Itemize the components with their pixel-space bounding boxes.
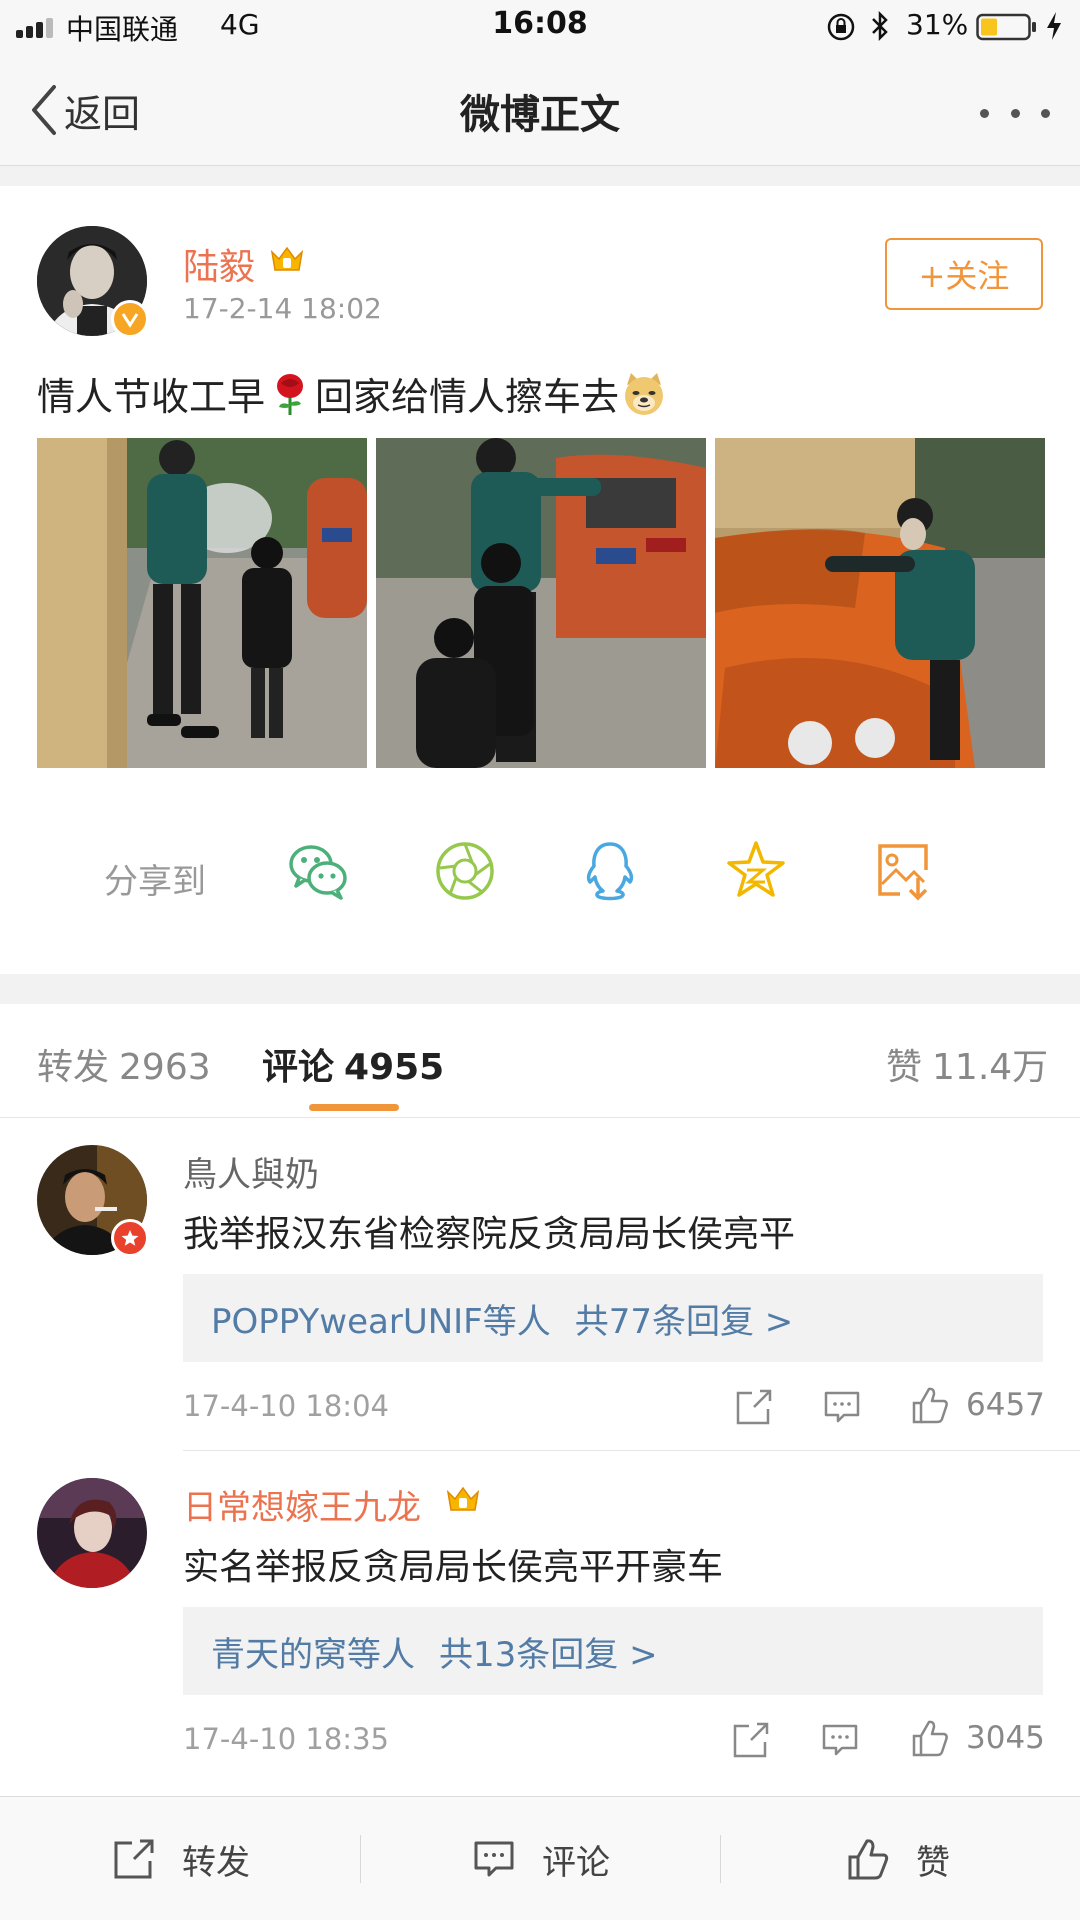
tab-likes[interactable]: 赞 11.4万: [886, 1038, 1048, 1090]
more-dot: [980, 108, 989, 118]
more-dot: [1010, 108, 1020, 118]
comment-text: 实名举报反贪局局长侯亮平开豪车: [183, 1547, 724, 1588]
comment-time: 17-4-10 18:35: [183, 1722, 389, 1756]
rose-emoji-icon: [277, 373, 304, 415]
comment-like-count: 3045: [966, 1720, 1045, 1756]
post-photo[interactable]: [376, 438, 706, 768]
comment-like-count: 6457: [966, 1387, 1045, 1423]
section-gap: [0, 166, 1080, 186]
tab-reposts[interactable]: 转发 2963: [37, 1038, 211, 1090]
post-text: 情人节收工早 回家给情人擦车去: [37, 366, 669, 421]
replies-preview[interactable]: 青天的窝等人 共13条回复 >: [183, 1607, 1043, 1695]
charging-icon: [1047, 12, 1061, 40]
active-tab-indicator: [309, 1104, 399, 1111]
page-title: 微博正文: [460, 92, 620, 138]
author-name[interactable]: 陆毅: [183, 238, 255, 290]
qq-icon[interactable]: [577, 838, 643, 904]
like-label: 赞: [916, 1842, 950, 1883]
comment-item: 鳥人與奶 我举报汉东省检察院反贪局局长侯亮平 POPPYwearUNIF等人 共…: [0, 1119, 1080, 1451]
comment-text: 我举报汉东省检察院反贪局局长侯亮平: [183, 1214, 796, 1255]
post-photo[interactable]: [715, 438, 1045, 768]
commenter-name[interactable]: 日常想嫁王九龙: [183, 1480, 421, 1529]
vip-crown-icon: [270, 246, 304, 271]
feedback-tabs: 转发 2963 评论 4955 赞 11.4万: [0, 1004, 1080, 1118]
replies-users: POPPYwearUNIF等人: [211, 1301, 551, 1342]
repost-comment-icon[interactable]: [734, 1387, 774, 1427]
replies-count: 共13条回复 >: [439, 1634, 658, 1675]
post-text-part: 回家给情人擦车去: [315, 375, 620, 419]
follow-button[interactable]: +关注: [885, 238, 1043, 310]
repost-comment-icon[interactable]: [731, 1720, 771, 1760]
battery-percent: 31%: [906, 8, 969, 41]
tab-label: 赞: [886, 1047, 923, 1088]
vip-crown-icon: [446, 1486, 480, 1511]
qzone-icon[interactable]: [723, 838, 789, 904]
battery-icon: [976, 13, 1036, 41]
replies-users: 青天的窝等人: [211, 1634, 415, 1675]
commenter-name[interactable]: 鳥人與奶: [183, 1147, 319, 1196]
avatar-photo: [37, 1478, 147, 1588]
verified-badge-icon: [111, 300, 149, 338]
replies-preview[interactable]: POPPYwearUNIF等人 共77条回复 >: [183, 1274, 1043, 1362]
comment-icon: [474, 1841, 514, 1877]
nav-bar: 返回 微博正文: [0, 54, 1080, 166]
bluetooth-icon: [872, 10, 888, 42]
status-bar: 中国联通 4G 16:08 31%: [0, 0, 1080, 54]
save-image-icon[interactable]: [870, 838, 936, 904]
comment-time: 17-4-10 18:04: [183, 1389, 389, 1423]
repost-button[interactable]: 转发: [112, 1797, 250, 1920]
post-photo[interactable]: [37, 438, 367, 768]
photo-car-wash-1: [37, 438, 367, 768]
wechat-icon[interactable]: [285, 838, 351, 904]
rotation-lock-icon: [827, 13, 855, 41]
star-badge-icon: [111, 1219, 149, 1257]
commenter-avatar[interactable]: [37, 1478, 147, 1588]
post-text-part: 情人节收工早: [37, 375, 266, 419]
tab-count: 11.4万: [932, 1047, 1049, 1088]
tab-count: 4955: [344, 1047, 445, 1088]
tab-count: 2963: [119, 1047, 211, 1088]
comment-label: 评论: [542, 1842, 610, 1883]
weibo-post: 陆毅 17-2-14 18:02 +关注 情人节收工早 回家给情人擦车去 分享到: [0, 186, 1080, 974]
share-label: 分享到: [104, 862, 206, 902]
section-gap: [0, 974, 1080, 1004]
toolbar-divider: [360, 1835, 361, 1883]
photo-car-wash-2: [376, 438, 706, 768]
toolbar-divider: [720, 1835, 721, 1883]
like-comment-icon[interactable]: [910, 1718, 950, 1758]
like-comment-icon[interactable]: [910, 1385, 950, 1425]
comment-divider: [183, 1450, 1080, 1451]
thumbs-up-icon: [848, 1839, 889, 1880]
repost-icon: [114, 1839, 154, 1879]
doge-emoji-icon: [625, 372, 664, 415]
comment-button[interactable]: 评论: [472, 1797, 610, 1920]
reply-comment-icon[interactable]: [822, 1387, 862, 1427]
repost-label: 转发: [182, 1842, 250, 1883]
more-options-button[interactable]: [980, 98, 1050, 128]
more-dot: [1041, 108, 1050, 118]
post-time: 17-2-14 18:02: [183, 292, 382, 325]
reply-comment-icon[interactable]: [820, 1720, 860, 1760]
moments-icon[interactable]: [432, 838, 498, 904]
comment-item: 日常想嫁王九龙 实名举报反贪局局长侯亮平开豪车 青天的窝等人 共13条回复 > …: [0, 1452, 1080, 1784]
tab-label: 评论: [262, 1047, 335, 1088]
photo-car-wash-3: [715, 438, 1045, 768]
tab-comments[interactable]: 评论 4955: [262, 1038, 444, 1090]
like-button[interactable]: 赞: [846, 1797, 950, 1920]
bottom-toolbar: 转发 评论 赞: [0, 1796, 1080, 1920]
tab-label: 转发: [37, 1047, 110, 1088]
replies-count: 共77条回复 >: [574, 1301, 794, 1342]
